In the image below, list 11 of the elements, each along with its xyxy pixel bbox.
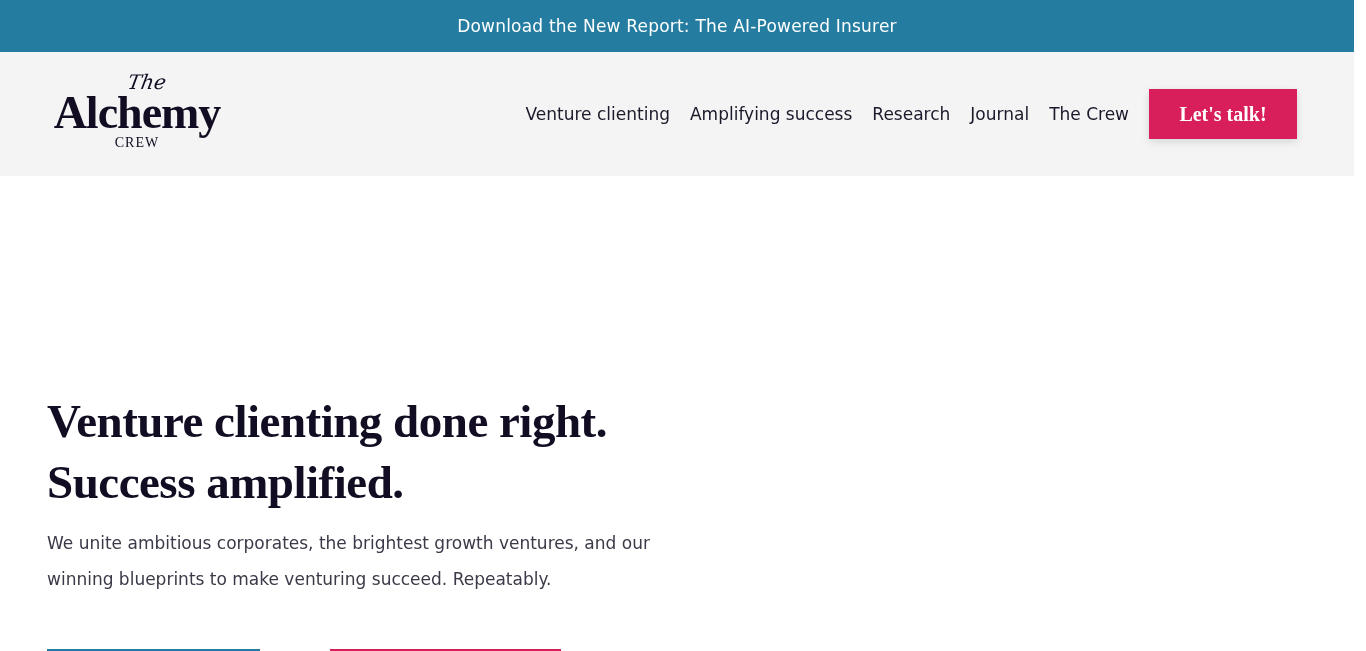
announcement-link[interactable]: Download the New Report: The AI-Powered Insurer [457,16,897,36]
hero-description: We unite ambitious corporates, the brightest growth ventures, and our winning blueprints to make venturing succeed. Repeatably. [47,532,651,591]
nav-link[interactable]: Journal [970,104,1030,124]
nav-link[interactable]: The Crew [1049,104,1129,124]
logo[interactable]: The Alchemy CREW [47,72,227,152]
headline: Venture clienting done right. [47,394,608,449]
contact-button[interactable]: Let's talk! [1149,89,1297,139]
headline: Success amplified. [47,455,405,510]
nav-link[interactable]: Venture clienting [525,104,670,124]
nav-link[interactable]: Research [872,104,951,124]
nav-link[interactable]: Amplifying success [689,104,853,124]
